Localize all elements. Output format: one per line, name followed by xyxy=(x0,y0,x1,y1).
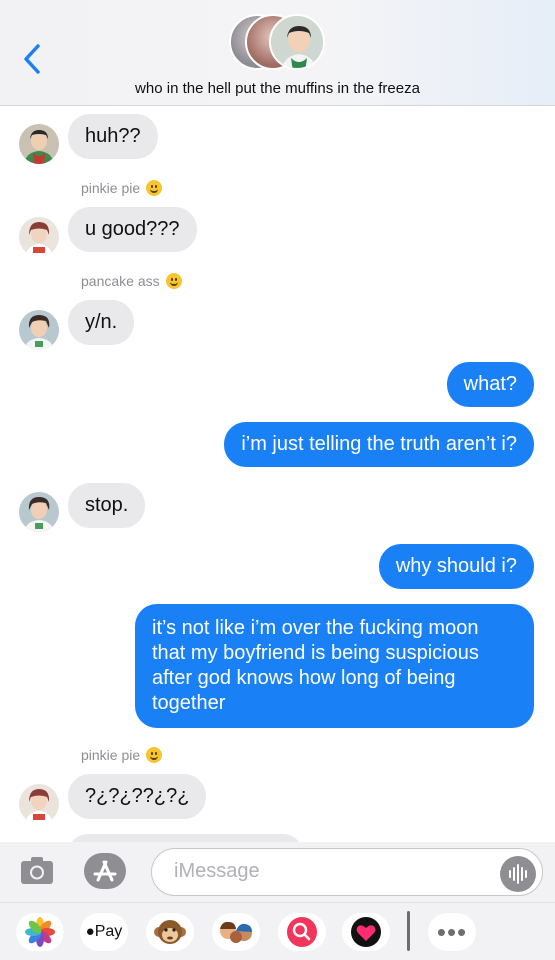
app-drawer: ●Pay ••• xyxy=(0,902,555,960)
message-bubble-outgoing[interactable]: it’s not like i’m over the fucking moon … xyxy=(135,604,534,728)
message-bubble-incoming[interactable]: u good??? xyxy=(68,207,197,252)
grinning-face-icon xyxy=(146,747,163,763)
camera-icon xyxy=(21,857,53,884)
message-bubble-incoming[interactable]: ?¿?¿??¿?¿ xyxy=(68,774,207,819)
message-bubble-incoming[interactable]: stop. xyxy=(68,483,146,528)
app-store-icon xyxy=(93,860,117,882)
apple-pay-icon: ●Pay xyxy=(85,923,123,940)
message-input[interactable]: iMessage xyxy=(151,848,543,896)
message-bubble-incoming[interactable]: y/n. xyxy=(68,300,135,345)
search-images-button[interactable] xyxy=(278,913,326,951)
photos-icon xyxy=(25,917,55,947)
digital-touch-button[interactable] xyxy=(342,913,390,951)
sender-name: pinkie pie xyxy=(81,747,163,763)
message-bubble-incoming[interactable]: huh?? xyxy=(68,114,158,159)
group-title[interactable]: who in the hell put the muffins in the f… xyxy=(0,80,555,97)
message-bubble-outgoing[interactable]: why should i? xyxy=(378,544,534,589)
memoji-icon xyxy=(220,921,252,943)
message-bubble-incoming-partial[interactable] xyxy=(68,834,303,842)
more-apps-button[interactable]: ••• xyxy=(428,913,476,951)
message-bubble-outgoing[interactable]: what? xyxy=(446,362,534,407)
more-icon: ••• xyxy=(436,917,468,947)
sender-avatar[interactable] xyxy=(19,124,59,164)
memoji-button[interactable] xyxy=(212,913,260,951)
apple-pay-button[interactable]: ●Pay xyxy=(80,913,128,951)
grinning-face-icon xyxy=(146,180,163,196)
camera-button[interactable] xyxy=(20,855,54,885)
group-avatar-stack[interactable] xyxy=(229,14,329,74)
chevron-left-icon xyxy=(24,44,40,74)
compose-bar: iMessage xyxy=(0,842,555,902)
search-images-icon xyxy=(287,917,317,947)
monkey-memoji-button[interactable] xyxy=(146,913,194,951)
message-thread[interactable]: huh?? pinkie pie u good??? pancake ass y… xyxy=(0,106,555,842)
sender-avatar[interactable] xyxy=(19,492,59,532)
kissing-face-icon xyxy=(165,273,182,289)
digital-touch-icon xyxy=(351,917,381,947)
conversation-header: who in the hell put the muffins in the f… xyxy=(0,0,555,106)
sender-avatar[interactable] xyxy=(19,310,59,350)
sender-avatar[interactable] xyxy=(19,784,59,824)
group-member-avatar xyxy=(269,14,325,70)
sender-name: pinkie pie xyxy=(81,180,163,196)
back-button[interactable] xyxy=(18,42,48,76)
app-store-button[interactable] xyxy=(84,853,126,889)
sender-avatar[interactable] xyxy=(19,217,59,257)
audio-message-button[interactable] xyxy=(500,856,536,892)
sender-name: pancake ass xyxy=(81,273,182,289)
drawer-divider xyxy=(407,911,410,951)
monkey-memoji-icon xyxy=(154,920,186,944)
photos-app-button[interactable] xyxy=(16,913,64,951)
message-bubble-outgoing[interactable]: i’m just telling the truth aren’t i? xyxy=(224,422,534,467)
